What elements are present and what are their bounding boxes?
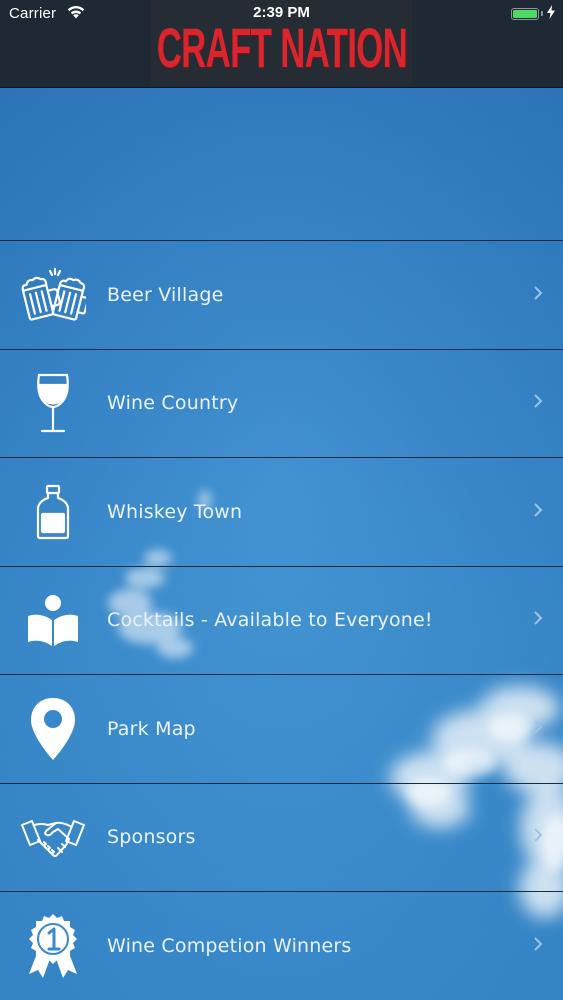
menu-item-beer-village[interactable]: Beer Village: [0, 240, 563, 349]
menu-item-sponsors[interactable]: Sponsors: [0, 782, 563, 892]
award-ribbon-icon: [20, 911, 86, 981]
menu-item-label: Wine Country: [107, 392, 239, 415]
status-time: 2:39 PM: [253, 4, 310, 21]
menu-item-wine-country[interactable]: Wine Country: [0, 348, 563, 458]
menu-item-label: Wine Competion Winners: [107, 934, 352, 957]
chevron-right-icon: [533, 610, 543, 630]
chevron-right-icon: [533, 827, 543, 847]
menu-item-whiskey-town[interactable]: Whiskey Town: [0, 457, 563, 566]
menu-item-wine-competition-winners[interactable]: Wine Competion Winners: [0, 891, 563, 1000]
menu-item-label: Sponsors: [107, 826, 196, 849]
menu-item-park-map[interactable]: Park Map: [0, 674, 563, 783]
status-bar: Carrier 2:39 PM: [0, 0, 563, 28]
battery-icon: [511, 8, 539, 20]
map-pin-icon: [20, 694, 86, 764]
menu-item-label: Park Map: [107, 717, 196, 740]
menu-item-label: Beer Village: [107, 283, 224, 306]
menu-item-cocktails[interactable]: Cocktails - Available to Everyone!: [0, 565, 563, 675]
beer-mugs-icon: [20, 260, 86, 330]
chevron-right-icon: [533, 393, 543, 413]
main-content: Beer Village Wine Country Whiskey Town C…: [0, 88, 563, 1000]
battery-tip: [541, 11, 543, 16]
menu-list: Beer Village Wine Country Whiskey Town C…: [0, 240, 563, 1000]
chevron-right-icon: [533, 285, 543, 305]
menu-item-label: Whiskey Town: [107, 500, 243, 523]
handshake-icon: [20, 802, 86, 872]
charging-bolt-icon: [547, 5, 555, 23]
whiskey-bottle-icon: [20, 477, 86, 547]
reader-book-icon: [20, 585, 86, 655]
chevron-right-icon: [533, 502, 543, 522]
chevron-right-icon: [533, 719, 543, 739]
chevron-right-icon: [533, 936, 543, 956]
menu-item-label: Cocktails - Available to Everyone!: [107, 609, 433, 632]
wine-glass-icon: [20, 368, 86, 438]
